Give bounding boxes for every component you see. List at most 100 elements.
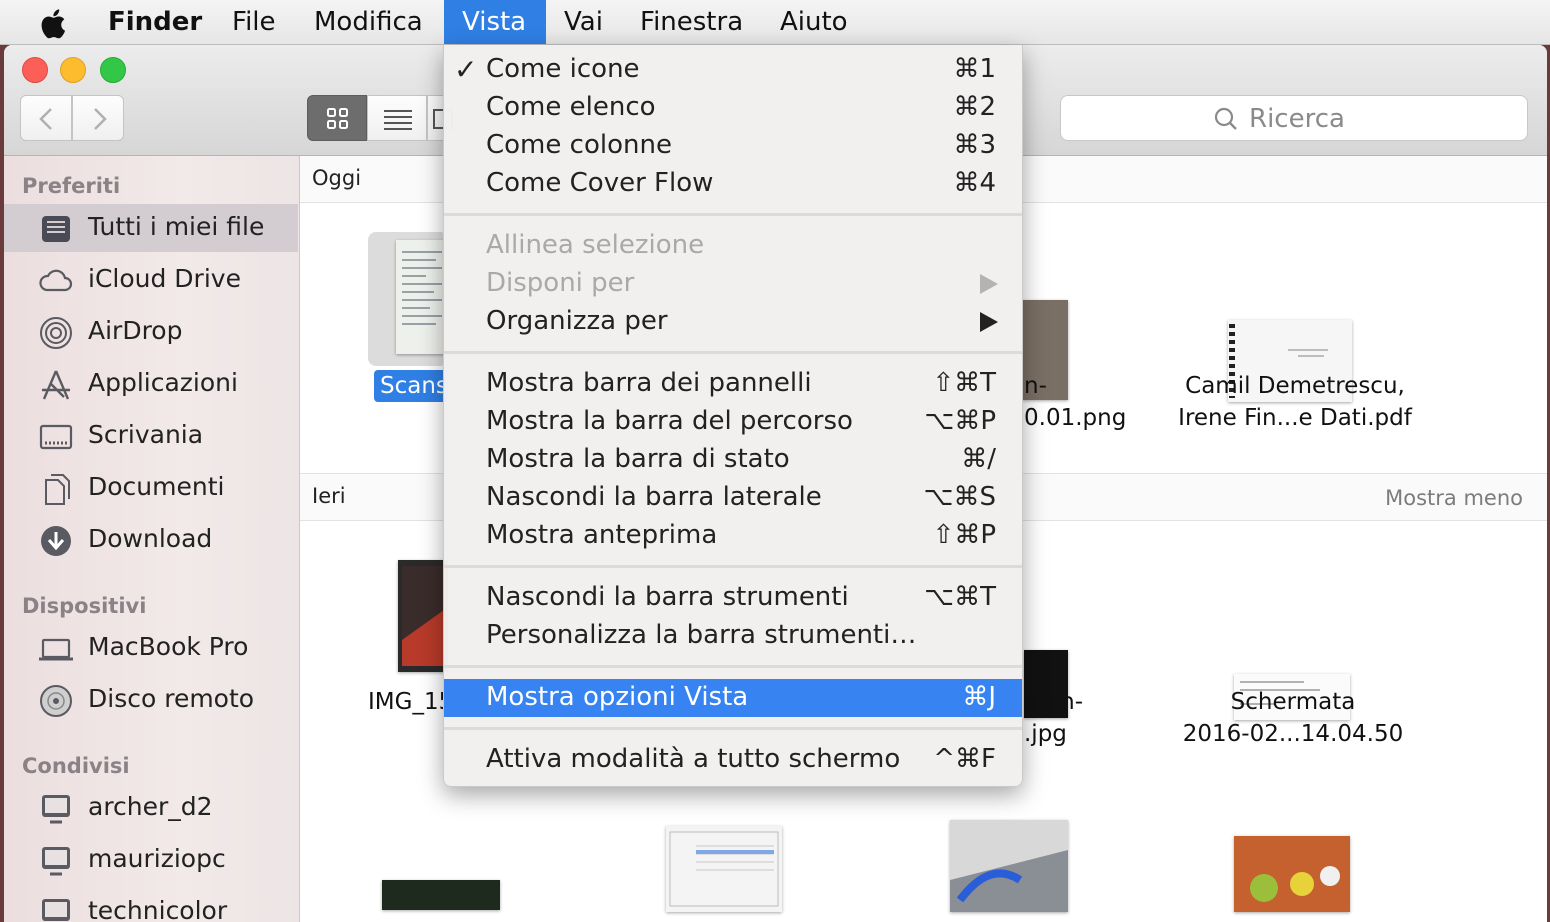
chevron-right-icon [94,108,107,130]
menu-item-label: Personalizza la barra strumenti… [486,620,917,650]
menu-item-shortcut: ⌥⌘P [924,406,996,436]
file-thumbnail-scans[interactable] [396,240,448,354]
forward-button[interactable] [72,95,124,141]
sidebar-item-label: technicolor [88,896,228,922]
menu-item-label: Organizza per [486,306,668,336]
menu-separator [444,727,1022,730]
menu-item-shortcut: ^⌘F [933,744,996,774]
sidebar-item-download[interactable]: Download [4,516,298,564]
sidebar-item-tutti-i-miei-file[interactable]: Tutti i miei file [4,204,298,252]
download-icon [41,526,71,556]
sidebar-section-condivisi: Condivisi [22,754,130,778]
show-less-link[interactable]: Mostra meno [1385,486,1523,510]
menu-item-personalizza-barra-strumenti[interactable]: Personalizza la barra strumenti… [444,617,1022,655]
sidebar-item-mauriziopc[interactable]: mauriziopc [4,836,298,884]
list-view-button[interactable] [367,95,427,141]
menu-aiuto[interactable]: Aiuto [780,0,848,44]
menu-separator [444,351,1022,354]
menu-item-label: Attiva modalità a tutto schermo [486,744,901,774]
minimize-button[interactable] [60,57,86,83]
menu-item-mostra-barra-stato[interactable]: Mostra la barra di stato ⌘/ [444,441,1022,479]
file-thumbnail-terminal[interactable] [382,880,500,910]
submenu-arrow-icon [980,312,998,332]
sidebar-section-dispositivi: Dispositivi [22,594,147,618]
zoom-button[interactable] [100,57,126,83]
menu-item-shortcut: ⌥⌘T [924,582,996,612]
menu-item-shortcut: ⌘/ [961,444,996,474]
menu-item-organizza-per[interactable]: Organizza per [444,303,1022,341]
menu-item-mostra-barra-percorso[interactable]: Mostra la barra del percorso ⌥⌘P [444,403,1022,441]
sidebar-item-disco-remoto[interactable]: Disco remoto [4,676,298,724]
sidebar-section-preferiti: Preferiti [22,174,121,198]
menu-item-label: Mostra la barra del percorso [486,406,853,436]
file-thumbnail-cable[interactable] [950,820,1068,912]
menu-item-label: Nascondi la barra laterale [486,482,822,512]
menu-separator [444,565,1022,568]
list-icon [384,110,412,130]
menu-item-mostra-opzioni-vista[interactable]: Mostra opzioni Vista ⌘J [444,679,1022,717]
menu-item-shortcut: ⌘3 [953,130,996,160]
sidebar-item-scrivania[interactable]: Scrivania [4,412,298,460]
file-name-jpg-line2: .jpg [1024,721,1067,747]
sidebar-item-airdrop[interactable]: AirDrop [4,308,298,356]
menu-file[interactable]: File [232,0,276,44]
menu-item-mostra-barra-pannelli[interactable]: Mostra barra dei pannelli ⇧⌘T [444,365,1022,403]
menu-vista[interactable]: Vista [444,0,546,44]
search-field[interactable]: Ricerca [1060,95,1528,141]
disc-icon [40,685,72,717]
document-preview-icon [402,251,442,325]
icon-view-button[interactable] [307,95,367,141]
cable-photo-icon [950,820,1068,912]
network-computer-icon [42,899,70,921]
cloud-icon [39,269,73,292]
menu-finder[interactable]: Finder [108,0,202,44]
menu-item-mostra-anteprima[interactable]: Mostra anteprima ⇧⌘P [444,517,1022,555]
sidebar-item-archer-d2[interactable]: archer_d2 [4,784,298,832]
sidebar-item-technicolor[interactable]: technicolor [4,888,298,922]
menu-item-come-cover-flow[interactable]: Come Cover Flow ⌘4 [444,165,1022,203]
sidebar-item-label: Disco remoto [88,684,255,713]
apple-icon[interactable] [38,7,72,41]
menu-item-modalita-tutto-schermo[interactable]: Attiva modalità a tutto schermo ^⌘F [444,741,1022,779]
menu-modifica[interactable]: Modifica [314,0,423,44]
sidebar-item-applicazioni[interactable]: Applicazioni [4,360,298,408]
desktop-icon [39,424,73,450]
sidebar-item-icloud-drive[interactable]: iCloud Drive [4,256,298,304]
sidebar-item-label: AirDrop [88,316,183,345]
sidebar-item-documenti[interactable]: Documenti [4,464,298,512]
menu-item-shortcut: ⌘J [962,682,996,712]
file-thumbnail-window[interactable] [666,826,782,912]
vista-menu: ✓ Come icone ⌘1 Come elenco ⌘2 Come colo… [443,45,1023,787]
menu-item-shortcut: ⇧⌘T [932,368,996,398]
file-name-scans[interactable]: Scans [374,370,448,402]
file-name-pdf-line1: Camil Demetrescu, [1185,373,1405,399]
file-thumbnail-img[interactable] [398,560,448,672]
menu-item-label: Come elenco [486,92,656,122]
checkmark-icon: ✓ [454,53,478,86]
menu-item-label: Mostra la barra di stato [486,444,790,474]
menu-item-label: Disponi per [486,268,635,298]
sidebar-item-macbook-pro[interactable]: MacBook Pro [4,624,298,672]
file-thumbnail-photo[interactable] [1234,836,1350,912]
group-title: Ieri [312,484,346,508]
sidebar-item-label: Documenti [88,472,225,501]
window-preview-icon [669,831,779,907]
menu-item-label: Come Cover Flow [486,168,714,198]
file-name-png-line1: n- [1024,373,1047,399]
network-computer-icon [42,847,70,876]
back-button[interactable] [20,95,72,141]
menu-item-shortcut: ⇧⌘P [932,520,996,550]
menu-item-nascondi-barra-laterale[interactable]: Nascondi la barra laterale ⌥⌘S [444,479,1022,517]
menu-finestra[interactable]: Finestra [640,0,743,44]
menu-item-come-icone[interactable]: ✓ Come icone ⌘1 [444,51,1022,89]
menu-item-shortcut: ⌘2 [953,92,996,122]
menu-item-nascondi-barra-strumenti[interactable]: Nascondi la barra strumenti ⌥⌘T [444,579,1022,617]
menu-item-come-colonne[interactable]: Come colonne ⌘3 [444,127,1022,165]
file-name-img: IMG_15 [368,689,454,715]
sidebar-item-label: iCloud Drive [88,264,241,293]
menu-item-come-elenco[interactable]: Come elenco ⌘2 [444,89,1022,127]
close-button[interactable] [22,57,48,83]
group-title: Oggi [312,166,362,190]
photo-preview-icon [402,566,444,666]
menu-vai[interactable]: Vai [564,0,603,44]
